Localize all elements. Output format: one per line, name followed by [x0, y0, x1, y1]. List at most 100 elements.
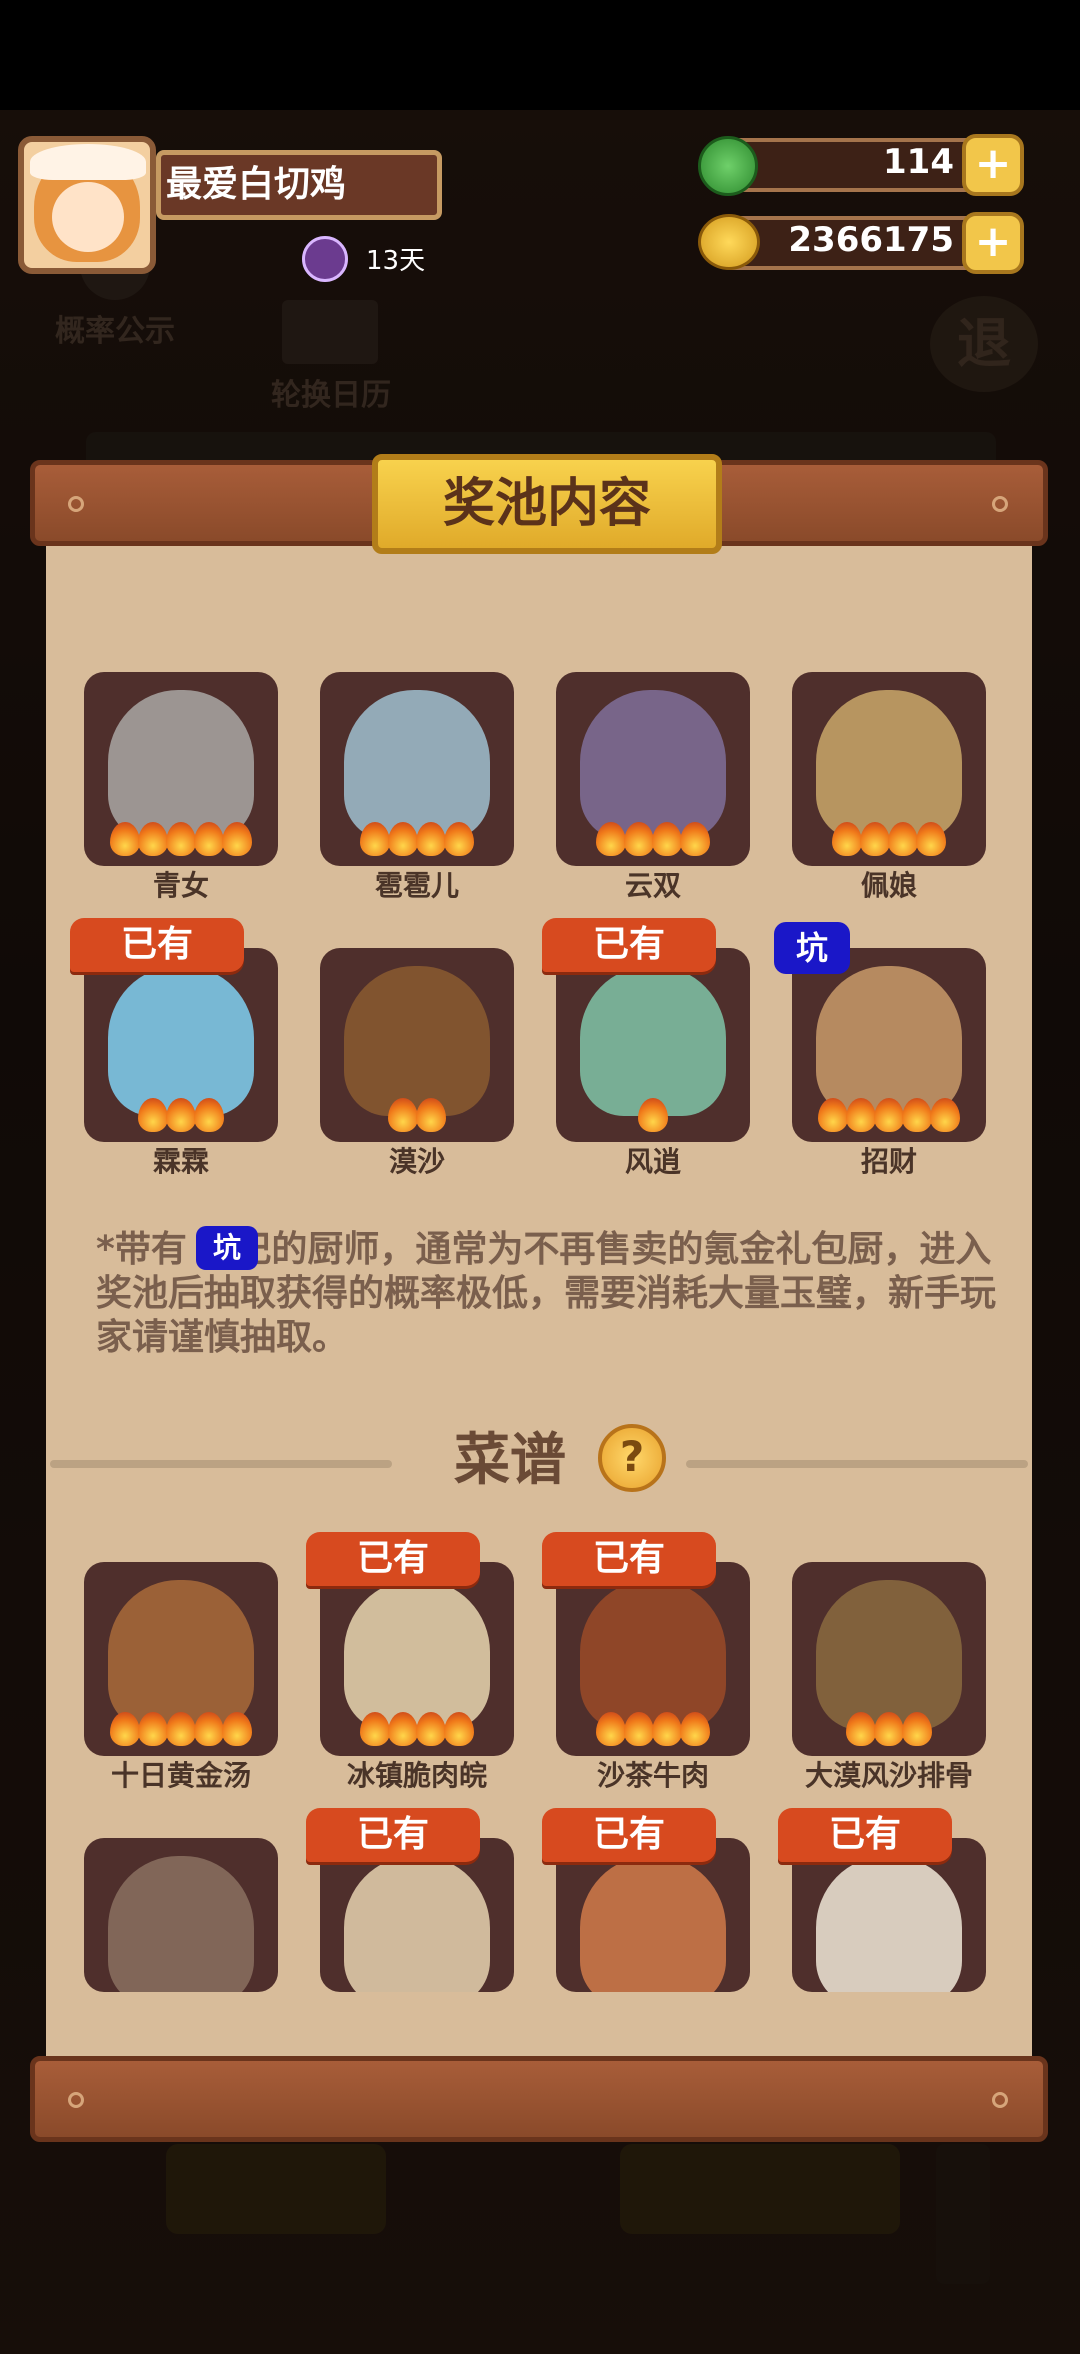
recipe-portrait [344, 1856, 490, 1992]
recipe-card[interactable] [792, 1562, 986, 1756]
flame-icon [360, 1712, 390, 1746]
flame-icon [638, 1098, 668, 1132]
recipe-card[interactable] [556, 1562, 750, 1756]
recipe-card[interactable] [84, 1562, 278, 1756]
flame-icon [222, 1712, 252, 1746]
divider [686, 1460, 1028, 1468]
recipe-portrait [108, 1580, 254, 1730]
recipe-card[interactable] [320, 1562, 514, 1756]
flame-icon [444, 822, 474, 856]
star-rating [792, 1098, 986, 1138]
flame-icon [874, 1098, 904, 1132]
recipe-card[interactable] [792, 1838, 986, 1992]
flame-icon [222, 822, 252, 856]
flame-icon [680, 1712, 710, 1746]
chef-card[interactable] [556, 672, 750, 866]
star-rating [84, 822, 278, 862]
pit-tag-inline: 坑 [196, 1226, 258, 1270]
flame-icon [624, 1712, 654, 1746]
flame-icon [138, 822, 168, 856]
nail-icon [992, 2092, 1008, 2108]
flame-icon [916, 822, 946, 856]
jade-amount: 114 [883, 142, 954, 182]
flame-icon [194, 822, 224, 856]
star-rating [556, 1098, 750, 1138]
flame-icon [138, 1712, 168, 1746]
divider [50, 1460, 392, 1468]
plus-icon: + [974, 138, 1012, 189]
add-coins-button[interactable]: + [962, 212, 1024, 274]
flame-icon [138, 1098, 168, 1132]
chef-card[interactable] [84, 948, 278, 1142]
flame-icon [874, 1712, 904, 1746]
panel-bottom-board [30, 2056, 1048, 2142]
flame-icon [860, 822, 890, 856]
chef-portrait [816, 966, 962, 1116]
flame-icon [902, 1098, 932, 1132]
flame-icon [444, 1712, 474, 1746]
chef-portrait [580, 690, 726, 840]
recipe-portrait [816, 1856, 962, 1992]
recipe-portrait [580, 1580, 726, 1730]
star-rating [84, 1098, 278, 1138]
star-rating [792, 1712, 986, 1752]
flame-icon [194, 1098, 224, 1132]
flame-icon [624, 822, 654, 856]
avatar-face [52, 182, 124, 252]
nail-icon [68, 2092, 84, 2108]
recipe-card[interactable] [84, 1838, 278, 1992]
flame-icon [166, 1098, 196, 1132]
chef-portrait [344, 690, 490, 840]
recipe-card[interactable] [556, 1838, 750, 1992]
recipe-portrait [344, 1580, 490, 1730]
star-rating [556, 822, 750, 862]
flame-icon [388, 822, 418, 856]
chef-card[interactable] [84, 672, 278, 866]
flame-icon [388, 1712, 418, 1746]
recipes-title: 菜谱 [454, 1428, 566, 1493]
star-rating [320, 822, 514, 862]
chef-portrait [344, 966, 490, 1116]
avatar-hat [30, 144, 146, 180]
chef-card[interactable] [556, 948, 750, 1142]
nail-icon [68, 496, 84, 512]
coin-amount: 2366175 [788, 220, 954, 260]
chef-portrait [580, 966, 726, 1116]
chef-card[interactable] [792, 948, 986, 1142]
coin-icon [698, 214, 760, 270]
chef-card[interactable] [792, 672, 986, 866]
chef-portrait [816, 690, 962, 840]
flame-icon [846, 1098, 876, 1132]
flame-icon [388, 1098, 418, 1132]
flame-icon [902, 1712, 932, 1746]
flame-icon [416, 1712, 446, 1746]
nail-icon [992, 496, 1008, 512]
jade-icon [698, 136, 758, 196]
panel-title: 奖池内容 [442, 474, 651, 534]
flame-icon [360, 822, 390, 856]
flame-icon [166, 822, 196, 856]
flame-icon [166, 1712, 196, 1746]
status-bar [0, 0, 1080, 110]
flame-icon [596, 1712, 626, 1746]
chef-card[interactable] [320, 672, 514, 866]
flame-icon [888, 822, 918, 856]
star-rating [84, 1712, 278, 1752]
days-count: 13天 [366, 246, 426, 276]
recipes-help-button[interactable]: ? [598, 1424, 666, 1492]
chef-card[interactable] [320, 948, 514, 1142]
avatar[interactable] [18, 136, 156, 274]
player-name: 最爱白切鸡 [166, 164, 347, 205]
recipe-card[interactable] [320, 1838, 514, 1992]
recipe-portrait [108, 1856, 254, 1992]
flame-icon [652, 822, 682, 856]
star-rating [320, 1098, 514, 1138]
recipe-portrait [580, 1856, 726, 1992]
flame-icon [416, 822, 446, 856]
recipe-portrait [816, 1580, 962, 1730]
add-jade-button[interactable]: + [962, 134, 1024, 196]
flame-icon [846, 1712, 876, 1746]
flame-icon [832, 822, 862, 856]
plus-icon: + [974, 216, 1012, 267]
flame-icon [596, 822, 626, 856]
